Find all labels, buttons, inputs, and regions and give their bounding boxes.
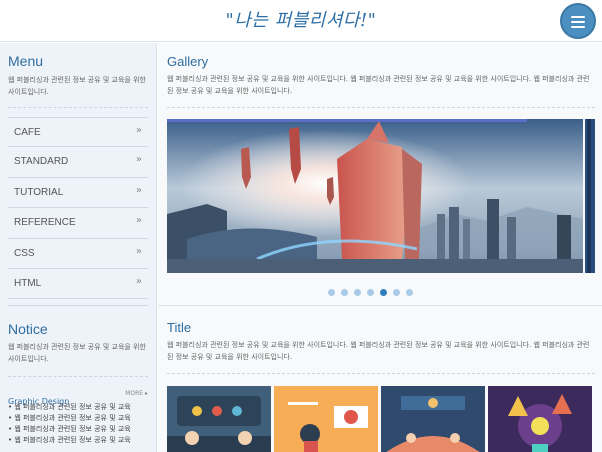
header: "나는 퍼블리셔다!" <box>0 0 602 42</box>
menu-item-html[interactable]: HTML » <box>8 269 148 300</box>
menu-description: 웹 퍼블리싱과 관련된 정보 공유 및 교육을 위한 사이트입니다. <box>8 76 146 96</box>
thumbnail-image[interactable] <box>381 386 485 452</box>
slider-dot[interactable] <box>341 289 348 296</box>
slider-dot[interactable] <box>367 289 374 296</box>
menu-item-label: STANDARD <box>14 156 69 168</box>
gallery-slider[interactable] <box>167 119 595 273</box>
title-section-heading: Title <box>167 320 192 335</box>
thumbnail-image[interactable] <box>488 386 592 452</box>
main-content: Gallery 웹 퍼블리싱과 관련된 정보 공유 및 교육을 위한 사이트입니… <box>158 43 602 452</box>
slider-pagination <box>328 281 419 300</box>
title-section-description: 웹 퍼블리싱과 관련된 정보 공유 및 교육을 위한 사이트입니다. 웹 퍼블리… <box>167 341 590 361</box>
gallery-title: Gallery <box>167 54 209 69</box>
menu-item-label: CSS <box>14 247 35 259</box>
menu-item-label: CAFE <box>14 127 41 138</box>
chevron-right-icon: » <box>135 125 142 136</box>
section-separator <box>158 305 602 306</box>
divider <box>8 107 148 108</box>
slider-dot-active[interactable] <box>380 289 387 296</box>
graphic-design-list: • 웹 퍼블리싱과 관련된 정보 공유 및 교육 • 웹 퍼블리싱과 관련된 정… <box>8 402 148 446</box>
section-divider <box>8 305 148 306</box>
menu-list: CAFE » STANDARD » TUTORIAL » REFERENCE »… <box>8 117 148 300</box>
list-item[interactable]: • 웹 퍼블리싱과 관련된 정보 공유 및 교육 <box>8 424 148 435</box>
menu-item-reference[interactable]: REFERENCE » <box>8 208 148 239</box>
chevron-right-icon: » <box>135 154 142 166</box>
slider-progress-bar <box>167 119 527 122</box>
chevron-right-icon: » <box>135 275 142 287</box>
gallery-slide-image <box>167 119 583 273</box>
menu-title: Menu <box>8 53 44 69</box>
slider-dot[interactable] <box>406 289 413 296</box>
brand-title[interactable]: "나는 퍼블리셔다!" <box>0 6 602 32</box>
hamburger-icon-bar <box>571 21 585 23</box>
list-item[interactable]: • 웹 퍼블리싱과 관련된 정보 공유 및 교육 <box>8 435 148 446</box>
menu-item-standard[interactable]: STANDARD » <box>8 147 148 178</box>
sidebar: Menu 웹 퍼블리싱과 관련된 정보 공유 및 교육을 위한 사이트입니다. … <box>0 43 157 452</box>
divider <box>8 376 148 377</box>
divider <box>167 373 595 374</box>
thumbnail-gallery <box>167 386 600 452</box>
menu-item-label: HTML <box>14 277 42 289</box>
notice-description: 웹 퍼블리싱과 관련된 정보 공유 및 교육을 위한 사이트입니다. <box>8 343 146 363</box>
hamburger-icon <box>571 16 585 18</box>
chevron-right-icon: » <box>135 215 142 227</box>
next-slide-preview <box>585 119 595 273</box>
more-link[interactable]: MORE ▸ <box>125 390 148 397</box>
list-item[interactable]: • 웹 퍼블리싱과 관련된 정보 공유 및 교육 <box>8 402 148 413</box>
menu-item-cafe[interactable]: CAFE » <box>8 117 148 148</box>
slider-dot[interactable] <box>328 289 335 296</box>
chevron-right-icon: » <box>135 245 142 257</box>
thumbnail-image[interactable] <box>274 386 378 452</box>
hamburger-icon-bar <box>571 26 585 28</box>
menu-item-label: TUTORIAL <box>14 186 64 198</box>
notice-title: Notice <box>8 321 48 337</box>
menu-item-label: REFERENCE <box>14 217 76 229</box>
divider <box>167 107 595 108</box>
chevron-right-icon: » <box>135 184 142 196</box>
menu-item-tutorial[interactable]: TUTORIAL » <box>8 178 148 209</box>
list-item[interactable]: • 웹 퍼블리싱과 관련된 정보 공유 및 교육 <box>8 413 148 424</box>
slider-dot[interactable] <box>393 289 400 296</box>
gallery-description: 웹 퍼블리싱과 관련된 정보 공유 및 교육을 위한 사이트입니다. 웹 퍼블리… <box>167 75 590 95</box>
menu-item-css[interactable]: CSS » <box>8 239 148 269</box>
menu-button[interactable] <box>560 3 596 39</box>
slider-dot[interactable] <box>354 289 361 296</box>
thumbnail-image[interactable] <box>167 386 271 452</box>
